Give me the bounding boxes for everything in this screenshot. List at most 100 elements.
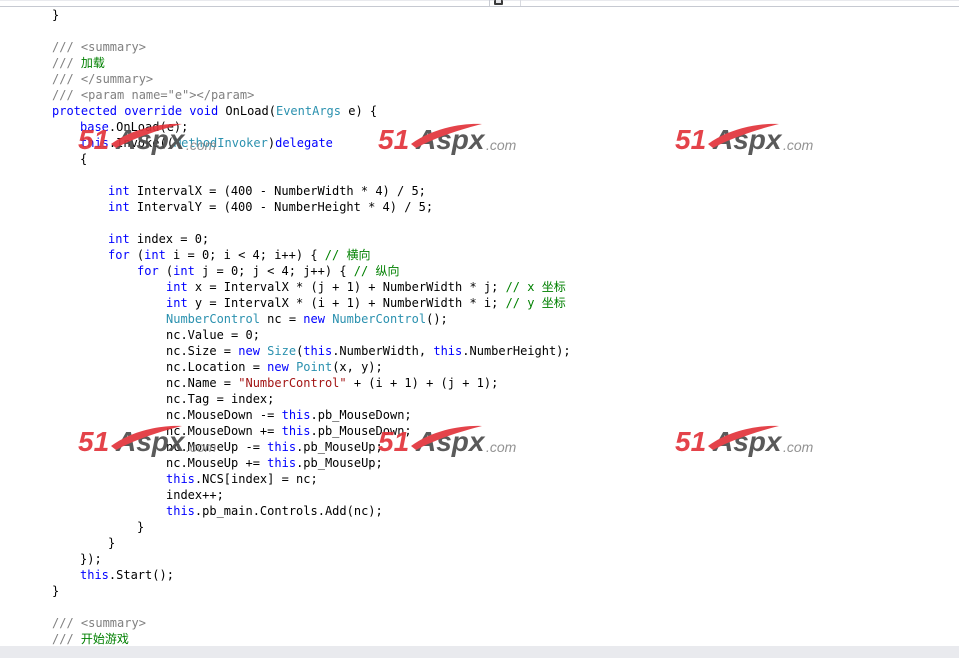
code-token-type: MethodInvoker xyxy=(173,136,268,150)
code-token-keyword: this xyxy=(80,136,109,150)
code-line: } xyxy=(0,583,959,599)
code-token-type: Point xyxy=(296,360,333,374)
code-line: int x = IntervalX * (j + 1) + NumberWidt… xyxy=(0,279,959,295)
code-token-plain: nc.Location = xyxy=(166,360,268,374)
code-token-plain: y = IntervalX * (i + 1) + NumberWidth * … xyxy=(194,296,506,310)
code-token-plain: + (i + 1) + (j + 1); xyxy=(346,376,499,390)
code-token-plain: nc = xyxy=(259,312,304,326)
code-line: /// 开始游戏 xyxy=(0,631,959,646)
code-line: int y = IntervalX * (i + 1) + NumberWidt… xyxy=(0,295,959,311)
code-token-type: EventArgs xyxy=(275,104,341,118)
code-line: nc.Value = 0; xyxy=(0,327,959,343)
code-token-plain: .Start(); xyxy=(108,568,174,582)
code-token-keyword: int xyxy=(173,264,203,278)
code-token-type: NumberControl xyxy=(166,312,260,326)
code-token-plain: IntervalY = (400 - NumberHeight * 4) / 5… xyxy=(136,200,434,214)
code-line: index++; xyxy=(0,487,959,503)
status-bar xyxy=(0,645,959,658)
code-token-keyword: this xyxy=(281,408,311,422)
code-line: } xyxy=(0,7,959,23)
code-token-plain: nc.Tag = index; xyxy=(166,392,275,406)
code-token-keyword: this xyxy=(166,472,195,486)
code-line: } xyxy=(0,535,959,551)
code-token-plain: index = 0; xyxy=(136,232,210,246)
code-line: this.NCS[index] = nc; xyxy=(0,471,959,487)
code-token-plain: nc.Name = xyxy=(166,376,239,390)
code-token-keyword: int xyxy=(108,200,137,214)
code-line: /// </summary> xyxy=(0,71,959,87)
code-token-plain: } xyxy=(52,8,60,22)
code-token-keyword: int xyxy=(166,296,195,310)
code-token-xml-doc: /// <param name="e"></param> xyxy=(52,88,255,102)
code-token-plain: .OnLoad(e); xyxy=(108,120,189,134)
code-line: NumberControl nc = new NumberControl(); xyxy=(0,311,959,327)
code-token-plain: ) xyxy=(267,136,276,150)
code-line: nc.Name = "NumberControl" + (i + 1) + (j… xyxy=(0,375,959,391)
code-line: /// <param name="e"></param> xyxy=(0,87,959,103)
code-token-plain: index++; xyxy=(166,488,224,502)
code-token-keyword: int xyxy=(166,280,195,294)
code-token-keyword: this xyxy=(433,344,463,358)
code-token-plain: nc.MouseUp -= xyxy=(166,440,268,454)
code-token-plain: { xyxy=(80,152,88,166)
code-token-plain: .NumberHeight); xyxy=(462,344,571,358)
code-token-plain: } xyxy=(108,536,116,550)
code-token-comment: // 横向 xyxy=(324,248,371,262)
code-line: /// <summary> xyxy=(0,39,959,55)
code-token-plain: (); xyxy=(426,312,448,326)
code-line: this.pb_main.Controls.Add(nc); xyxy=(0,503,959,519)
code-token-plain: nc.Value = 0; xyxy=(166,328,260,342)
code-token-keyword: for xyxy=(137,264,166,278)
code-line: nc.MouseUp -= this.pb_MouseUp; xyxy=(0,439,959,455)
toolbar-top-rule xyxy=(0,0,959,1)
code-token-plain: .pb_MouseUp; xyxy=(296,456,383,470)
editor-window: } /// <summary>/// 加载/// </summary>/// <… xyxy=(0,0,959,658)
code-token-comment: 开始游戏 xyxy=(80,632,129,646)
code-token-keyword: this xyxy=(267,440,297,454)
code-token-keyword: this xyxy=(166,504,195,518)
code-line: nc.Tag = index; xyxy=(0,391,959,407)
code-editor-text[interactable]: } /// <summary>/// 加载/// </summary>/// <… xyxy=(0,7,959,646)
code-token-plain: .pb_MouseDown; xyxy=(310,424,412,438)
code-token-plain: e) { xyxy=(341,104,378,118)
code-token-xml-doc: /// xyxy=(52,632,81,646)
code-token-comment: // x 坐标 xyxy=(505,280,566,294)
code-token-keyword: int xyxy=(144,248,174,262)
code-token-plain: .pb_main.Controls.Add(nc); xyxy=(194,504,383,518)
code-line: /// 加载 xyxy=(0,55,959,71)
code-token-keyword: new xyxy=(238,344,268,358)
code-token-plain: nc.MouseDown -= xyxy=(166,408,282,422)
code-token-type: NumberControl xyxy=(332,312,427,326)
code-line: nc.MouseDown -= this.pb_MouseDown; xyxy=(0,407,959,423)
code-line: protected override void OnLoad(EventArgs… xyxy=(0,103,959,119)
code-line: /// <summary> xyxy=(0,615,959,631)
code-line: for (int j = 0; j < 4; j++) { // 纵向 xyxy=(0,263,959,279)
code-line: }); xyxy=(0,551,959,567)
code-token-keyword: base xyxy=(80,120,109,134)
code-token-keyword: this xyxy=(281,424,311,438)
code-token-xml-doc: /// <summary> xyxy=(52,40,146,54)
code-line: int index = 0; xyxy=(0,231,959,247)
code-line: nc.MouseDown += this.pb_MouseDown; xyxy=(0,423,959,439)
code-token-plain: }); xyxy=(80,552,102,566)
code-token-plain: j = 0; j < 4; j++) { xyxy=(202,264,354,278)
code-token-keyword: new xyxy=(267,360,297,374)
code-token-keyword: this xyxy=(80,568,109,582)
code-token-plain: OnLoad( xyxy=(225,104,276,118)
code-token-plain: } xyxy=(52,584,60,598)
code-line: int IntervalX = (400 - NumberWidth * 4) … xyxy=(0,183,959,199)
code-token-plain: (x, y); xyxy=(332,360,383,374)
code-token-plain: .NumberWidth, xyxy=(332,344,434,358)
code-line: this.Invoke((MethodInvoker)delegate xyxy=(0,135,959,151)
code-token-keyword: protected override void xyxy=(52,104,226,118)
code-line: int IntervalY = (400 - NumberHeight * 4)… xyxy=(0,199,959,215)
code-line: { xyxy=(0,151,959,167)
save-icon[interactable] xyxy=(494,0,503,5)
code-line: nc.MouseUp += this.pb_MouseUp; xyxy=(0,455,959,471)
code-token-comment: // y 坐标 xyxy=(505,296,566,310)
code-line: } xyxy=(0,519,959,535)
